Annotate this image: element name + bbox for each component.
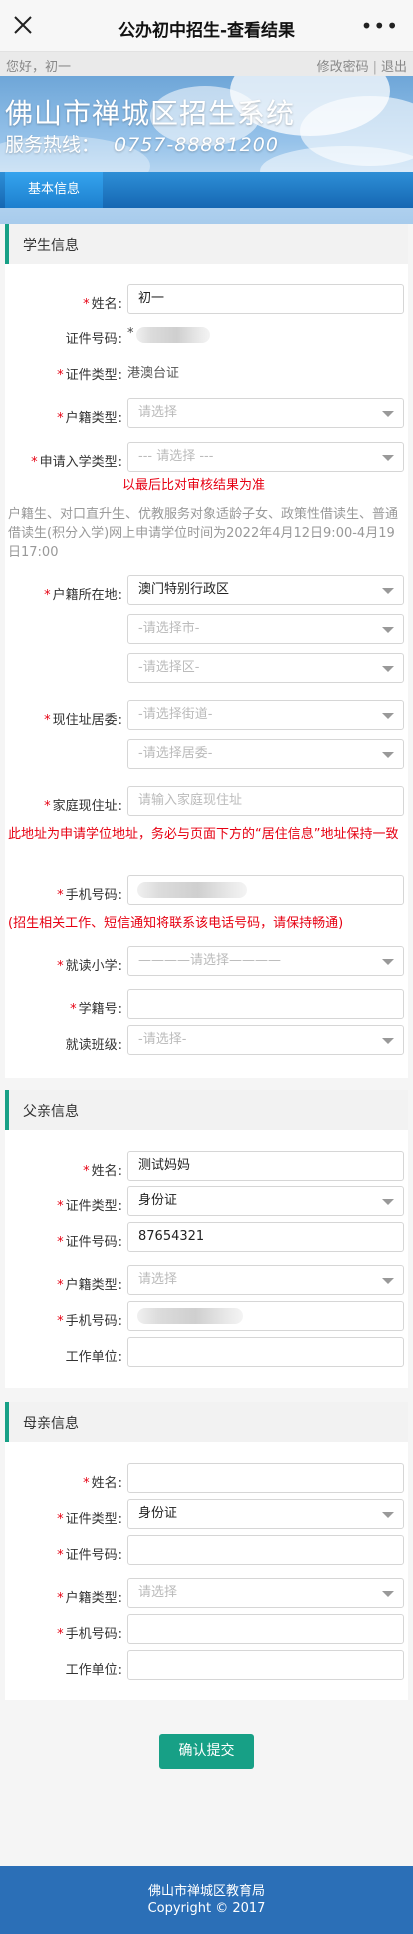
footer: 佛山市禅城区教育局 Copyright © 2017 [0, 1866, 413, 1934]
hukou-district-select[interactable]: -请选择区- [127, 653, 404, 683]
mother-hukou-type-label: * 户籍类型: [57, 1591, 122, 1606]
apply-type-select[interactable]: --- 请选择 --- [127, 442, 404, 472]
class-select[interactable]: -请选择- [127, 1025, 404, 1055]
student-name-label: * 姓名: [83, 297, 122, 312]
hukou-location-label: * 户籍所在地: [44, 588, 122, 603]
hotline: 服务热线： 0757-88881200 [5, 130, 279, 157]
father-work-unit-label: 工作单位: [65, 1350, 122, 1365]
footer-org: 佛山市禅城区教育局 [147, 1884, 265, 1899]
student-id-number-value: * [127, 326, 134, 341]
mother-section-header: 母亲信息 [5, 1402, 408, 1442]
mother-id-type-label: * 证件类型: [57, 1512, 122, 1527]
student-section-header: 学生信息 [5, 224, 408, 264]
student-phone-label: * 手机号码: [57, 888, 122, 903]
father-name-label: * 姓名: [83, 1164, 122, 1179]
audit-note: 以最后比对审核结果为准 [122, 478, 266, 493]
phone-warning: (招生相关工作、短信通知将联系该电话号码，请保持畅通) [8, 916, 344, 931]
address-warning: 此地址为申请学位地址，务必与页面下方的“居住信息”地址保持一致 [8, 827, 399, 842]
father-section-header: 父亲信息 [5, 1090, 408, 1130]
student-hukou-type-label: * 户籍类型: [57, 411, 122, 426]
account-links: 修改密码 | 退出 [317, 56, 407, 75]
mother-section-title: 母亲信息 [23, 1416, 79, 1432]
father-id-number-label: * 证件号码: [57, 1235, 122, 1250]
father-id-number-input[interactable]: 87654321 [127, 1222, 404, 1252]
masked-phone [137, 1308, 243, 1324]
greeting-text: 您好，初一 [6, 60, 72, 75]
father-section-title: 父亲信息 [23, 1104, 79, 1120]
submit-button[interactable]: 确认提交 [159, 1734, 254, 1769]
mother-phone-label: * 手机号码: [57, 1627, 122, 1642]
tab-basic-info[interactable]: 基本信息 [5, 172, 103, 208]
user-bar: 您好，初一 修改密码 | 退出 [0, 52, 413, 76]
mother-name-input[interactable] [127, 1463, 404, 1493]
required-mark: * [83, 297, 90, 312]
mother-work-unit-input[interactable] [127, 1650, 404, 1680]
masked-id-number [136, 327, 210, 343]
street-select[interactable]: -请选择街道- [127, 700, 404, 730]
student-number-label: * 学籍号: [70, 1002, 122, 1017]
header-banner: 佛山市禅城区招生系统 服务热线： 0757-88881200 基本信息 [0, 76, 413, 224]
logout-link[interactable]: 退出 [381, 60, 407, 75]
student-hukou-type-select[interactable]: 请选择 [127, 398, 404, 428]
father-id-type-label: * 证件类型: [57, 1199, 122, 1214]
father-hukou-type-select[interactable]: 请选择 [127, 1265, 404, 1295]
hotline-label: 服务热线： [5, 134, 101, 156]
masked-phone [137, 882, 247, 898]
hukou-province-select[interactable]: 澳门特别行政区 [127, 575, 404, 605]
mother-phone-input[interactable] [127, 1614, 404, 1644]
student-id-type-value: 港澳台证 [127, 366, 180, 381]
mother-id-number-label: * 证件号码: [57, 1548, 122, 1563]
class-label: 就读班级: [65, 1038, 122, 1053]
separator: | [372, 60, 377, 75]
mother-work-unit-label: 工作单位: [65, 1663, 122, 1678]
home-address-label: * 家庭现住址: [44, 799, 122, 814]
mother-name-label: * 姓名: [83, 1476, 122, 1491]
footer-copyright: Copyright © 2017 [147, 1901, 266, 1916]
application-time-note: 户籍生、对口直升生、优教服务对象适龄子女、政策性借读生、普通借读生(积分入学)网… [8, 507, 399, 560]
mother-hukou-type-select[interactable]: 请选择 [127, 1578, 404, 1608]
change-password-link[interactable]: 修改密码 [317, 60, 369, 75]
student-id-type-label: * 证件类型: [57, 368, 122, 383]
system-name: 佛山市禅城区招生系统 [5, 97, 296, 130]
student-section-title: 学生信息 [23, 238, 79, 254]
father-hukou-type-label: * 户籍类型: [57, 1278, 122, 1293]
father-phone-label: * 手机号码: [57, 1314, 122, 1329]
father-id-type-select[interactable]: 身份证 [127, 1186, 404, 1216]
page-title: 公办初中招生-查看结果 [117, 21, 296, 41]
hukou-city-select[interactable]: -请选择市- [127, 614, 404, 644]
more-dots-icon[interactable]: ••• [361, 16, 399, 36]
committee-select[interactable]: -请选择居委- [127, 739, 404, 769]
student-number-input[interactable] [127, 989, 404, 1019]
student-name-input[interactable]: 初一 [127, 284, 404, 314]
title-bar: 公办初中招生-查看结果 ••• [0, 0, 413, 52]
mother-id-type-select[interactable]: 身份证 [127, 1499, 404, 1529]
apply-type-label: * 申请入学类型: [31, 455, 122, 470]
primary-school-select[interactable]: ————请选择———— [127, 946, 404, 976]
hotline-number: 0757-88881200 [114, 134, 279, 156]
residence-committee-label: * 现住址居委: [44, 713, 122, 728]
primary-school-label: * 就读小学: [57, 959, 122, 974]
mother-id-number-input[interactable] [127, 1535, 404, 1565]
father-name-input[interactable]: 测试妈妈 [127, 1151, 404, 1181]
father-work-unit-input[interactable] [127, 1337, 404, 1367]
home-address-input[interactable]: 请输入家庭现住址 [127, 786, 404, 816]
student-id-number-label: 证件号码: [65, 332, 122, 347]
